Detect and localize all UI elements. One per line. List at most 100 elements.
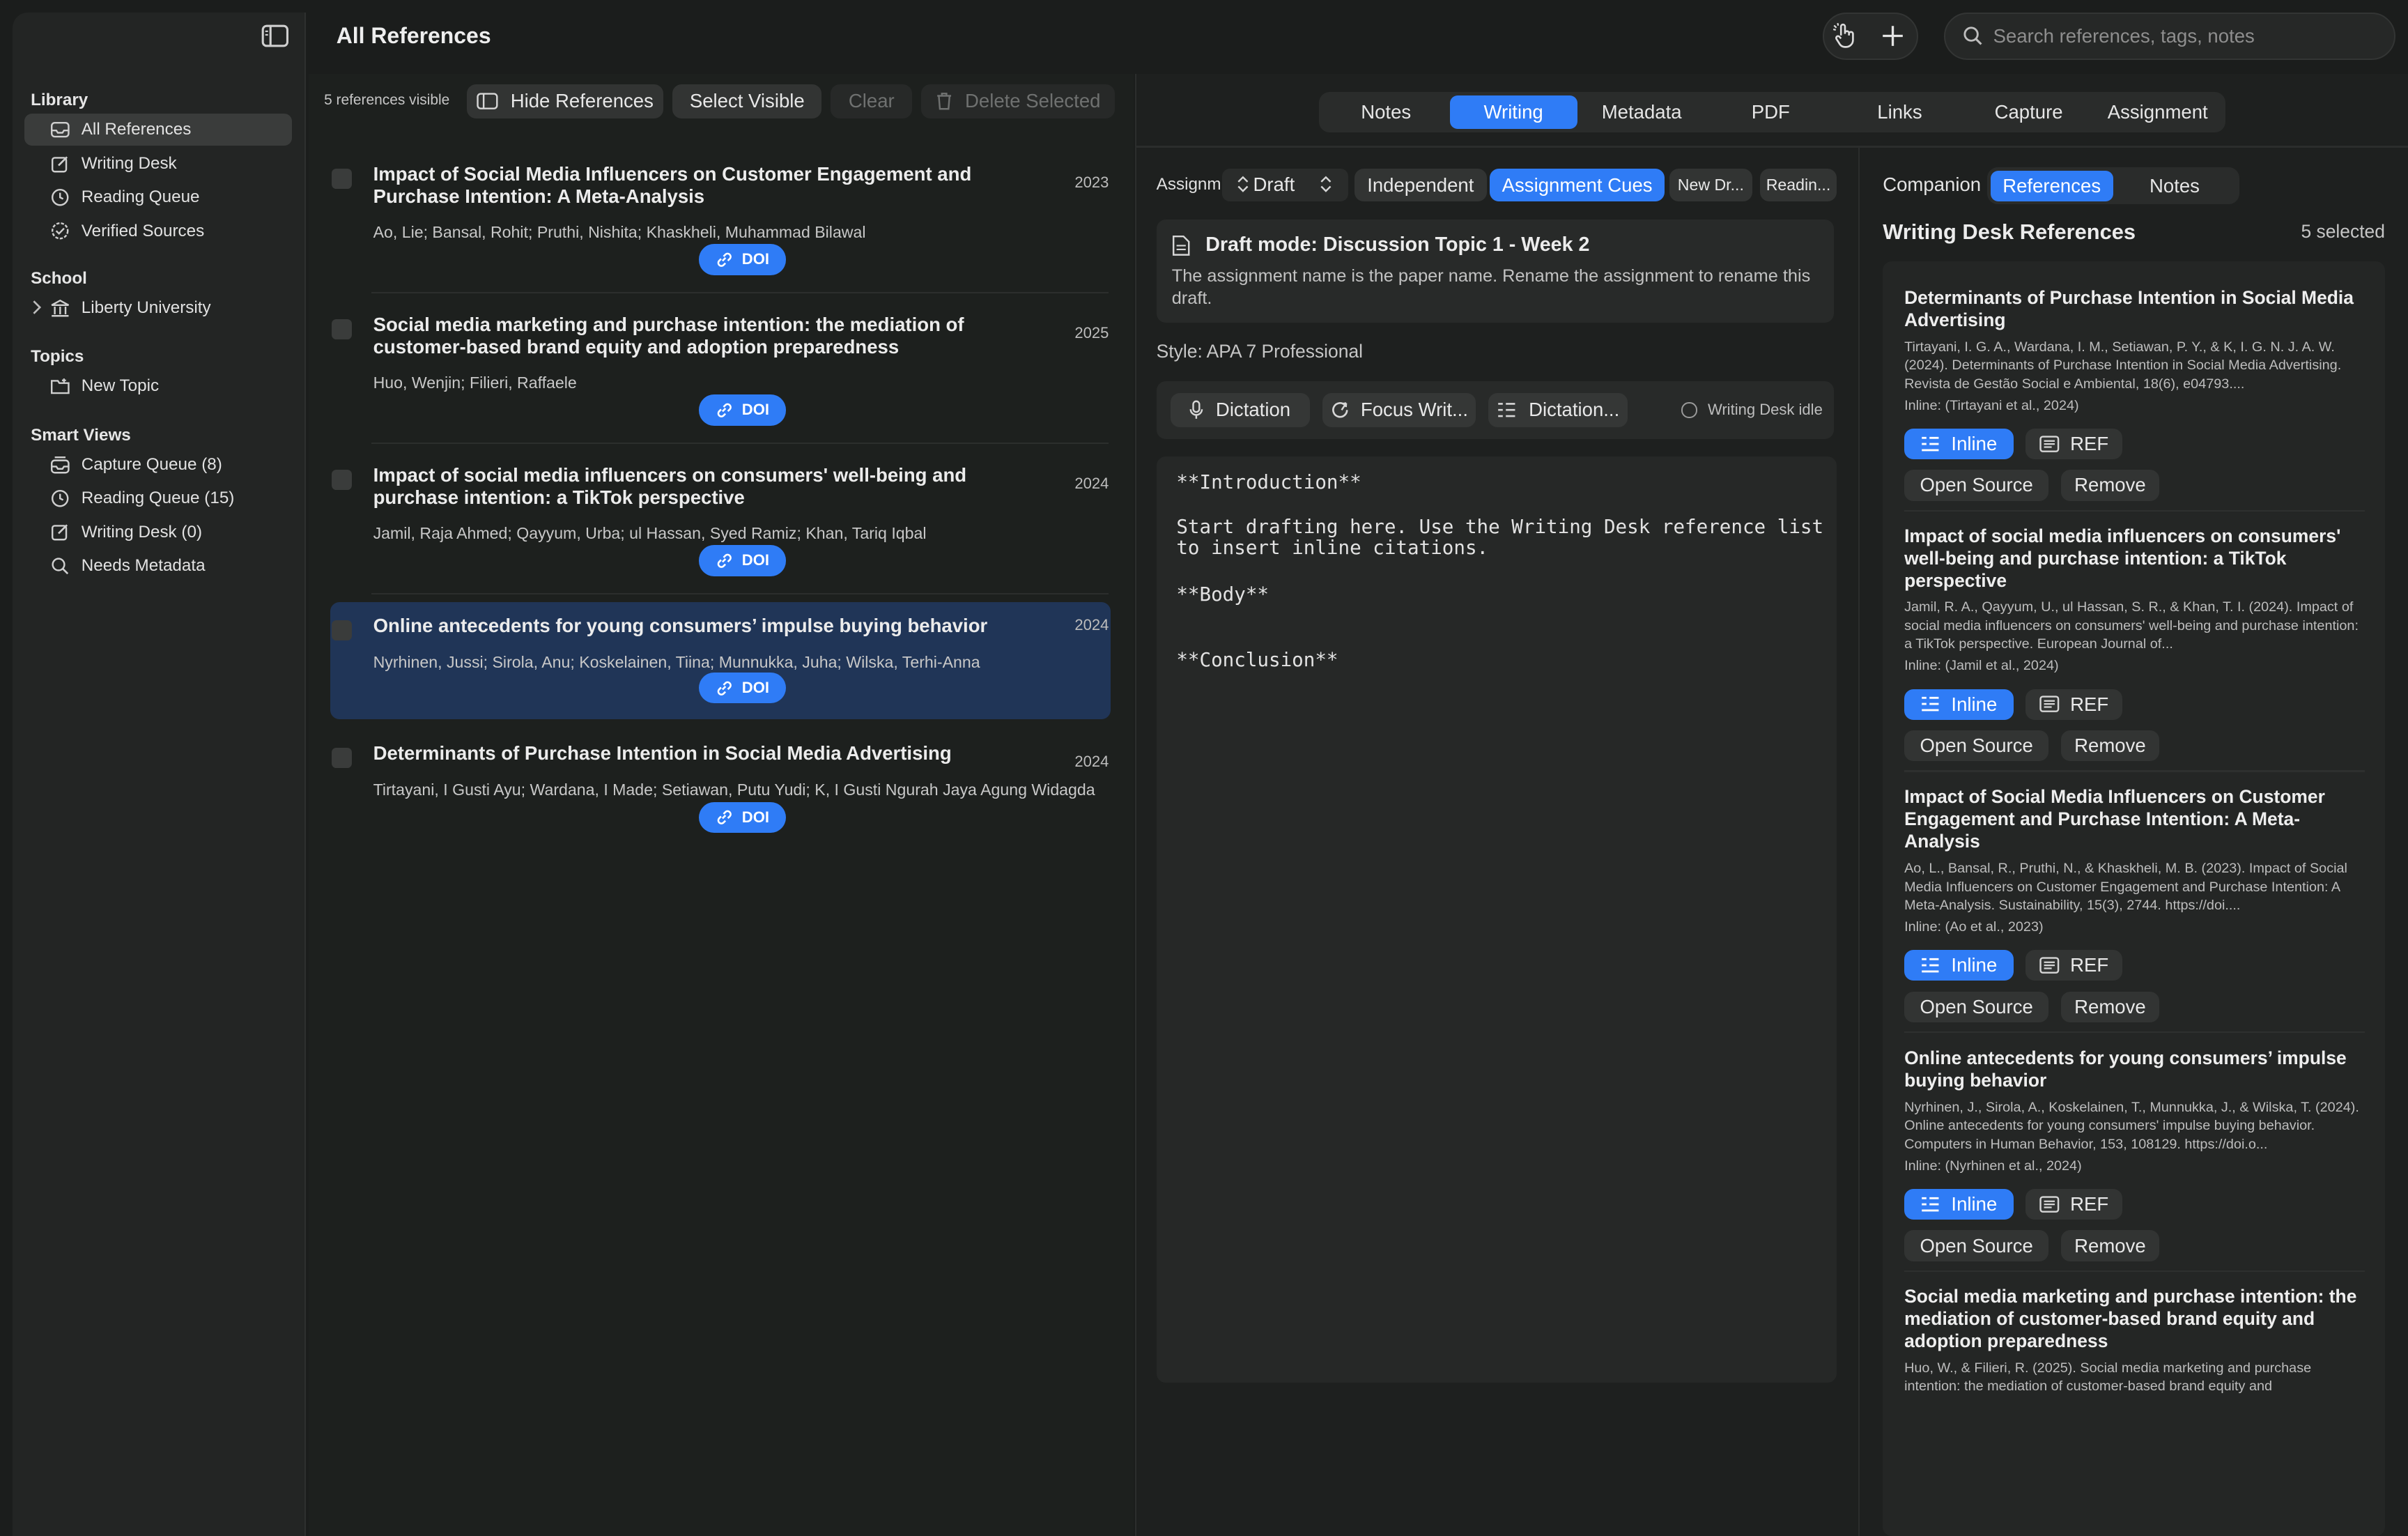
insert-ref-label: REF [2070,954,2109,976]
search-input[interactable]: Search references, tags, notes [1993,25,2255,47]
pencil-square-icon [49,155,71,173]
companion-divider-line [1904,509,2365,512]
new-draft-button[interactable]: New Dr... [1669,169,1752,201]
sidebar-item-liberty-university[interactable]: Liberty University [24,292,292,324]
insert-inline-label: Inline [1951,1193,1998,1215]
open-source-button[interactable]: Open Source [1904,991,2049,1022]
insert-ref-label: REF [2070,1193,2109,1215]
editor-heading-body: **Body** [1176,583,1269,606]
reference-checkbox[interactable] [332,470,352,491]
remove-button[interactable]: Remove [2060,1230,2159,1261]
remove-button[interactable]: Remove [2060,470,2159,501]
microphone-icon [1189,400,1203,420]
reference-card[interactable]: Social media marketing and purchase inte… [330,302,1111,426]
reference-title: Impact of social media influencers on co… [373,463,967,508]
companion-reference-item: Impact of social media influencers on co… [1904,525,2365,675]
sidebar-item-new-topic[interactable]: New Topic [24,370,292,402]
open-source-button[interactable]: Open Source [1904,1230,2049,1261]
companion-divider-line [1904,1031,2365,1034]
reference-checkbox[interactable] [332,319,352,340]
sidebar-item-writing-desk[interactable]: Writing Desk [24,148,292,180]
chevron-right-icon[interactable] [31,300,43,315]
sidebar-item-all-references[interactable]: All References [24,114,292,146]
select-visible-button[interactable]: Select Visible [672,84,822,118]
mode-assignment-cues-button[interactable]: Assignment Cues [1489,169,1665,201]
delete-selected-label: Delete Selected [964,90,1101,112]
insert-inline-button[interactable]: Inline [1904,1188,2014,1220]
visible-count: 5 references visible [324,92,450,109]
reference-card[interactable]: Online antecedents for young consumers’ … [330,602,1111,719]
draft-description: The assignment name is the paper name. R… [1171,266,1811,309]
remove-button[interactable]: Remove [2060,991,2159,1022]
tab-writing[interactable]: Writing [1449,95,1577,130]
insert-inline-button[interactable]: Inline [1904,428,2014,460]
delete-selected-button[interactable]: Delete Selected [921,84,1116,118]
tab-capture[interactable]: Capture [1964,95,2093,129]
sidebar-item-reading-queue-smart[interactable]: Reading Queue (15) [24,482,292,514]
open-source-button[interactable]: Open Source [1904,730,2049,762]
tab-companion-references[interactable]: References [1990,170,2113,201]
dictation-list-button[interactable]: Dictation... [1488,393,1628,427]
text-insert-icon [1920,1196,1940,1213]
insert-ref-button[interactable]: REF [2025,689,2123,720]
doi-button[interactable]: DOI [698,673,787,704]
dictation-button[interactable]: Dictation [1170,393,1311,427]
insert-ref-button[interactable]: REF [2025,950,2123,981]
reference-card[interactable]: Determinants of Purchase Intention in So… [330,731,1111,838]
doi-button[interactable]: DOI [698,801,787,833]
companion-reference-title: Impact of social media influencers on co… [1904,525,2341,591]
insert-inline-button[interactable]: Inline [1904,689,2014,720]
list-card-icon [2039,1196,2060,1213]
insert-inline-button[interactable]: Inline [1904,950,2014,981]
sidebar-item-verified-sources[interactable]: Verified Sources [24,215,292,247]
trash-icon [936,92,952,110]
insert-inline-label: Inline [1951,693,1998,715]
clear-button[interactable]: Clear [831,84,913,118]
sidebar-toggle-icon[interactable] [261,24,289,47]
reference-title: Online antecedents for young consumers’ … [373,614,988,636]
sidebar-item-label: All References [81,120,192,139]
companion-heading: Writing Desk References [1883,220,2136,245]
focus-writing-button[interactable]: Focus Writ... [1322,393,1476,427]
doi-button[interactable]: DOI [698,545,787,576]
reference-checkbox[interactable] [332,748,352,769]
reference-card[interactable]: Impact of Social Media Influencers on Cu… [330,152,1111,275]
remove-button[interactable]: Remove [2060,730,2159,762]
hand-pointer-icon[interactable] [1832,22,1860,49]
companion-tabs: References Notes [1987,167,2239,205]
plus-icon[interactable] [1881,24,1904,47]
sidebar-item-label: Writing Desk [81,153,177,173]
card-divider [371,592,1109,594]
link-icon [716,251,732,268]
citation-style: Style: APA 7 Professional [1156,341,1364,362]
open-source-button[interactable]: Open Source [1904,470,2049,501]
dictation-list-label: Dictation... [1529,399,1620,421]
tab-links[interactable]: Links [1835,95,1964,129]
reference-checkbox[interactable] [332,169,352,190]
tab-assignment[interactable]: Assignment [2093,95,2222,129]
mode-independent-button[interactable]: Independent [1354,169,1487,201]
reference-checkbox[interactable] [332,620,352,641]
sidebar-item-reading-queue[interactable]: Reading Queue [24,181,292,213]
tab-metadata[interactable]: Metadata [1577,95,1706,129]
insert-ref-button[interactable]: REF [2025,1188,2123,1220]
insert-ref-button[interactable]: REF [2025,428,2123,460]
reading-button[interactable]: Readin... [1759,169,1837,201]
text-insert-icon [1920,696,1940,712]
tab-pdf[interactable]: PDF [1706,95,1835,129]
search-field[interactable]: Search references, tags, notes [1944,12,2396,60]
sidebar-item-writing-desk-smart[interactable]: Writing Desk (0) [24,516,292,548]
tab-notes[interactable]: Notes [1322,95,1450,129]
companion-reference-citation: Tirtayani, I. G. A., Wardana, I. M., Set… [1904,339,2342,392]
sidebar-item-capture-queue[interactable]: Capture Queue (8) [24,449,292,481]
reference-card[interactable]: Impact of social media influencers on co… [330,453,1111,576]
up-down-chevron-icon[interactable] [1319,175,1333,193]
doi-button[interactable]: DOI [698,394,787,426]
hide-references-button[interactable]: Hide References [467,84,664,118]
tab-companion-notes[interactable]: Notes [2113,171,2236,201]
clock-icon [49,489,71,507]
sidebar-item-needs-metadata[interactable]: Needs Metadata [24,550,292,582]
dictation-label: Dictation [1215,399,1291,421]
companion-reference-item: Social media marketing and purchase inte… [1904,1286,2365,1414]
doi-button[interactable]: DOI [698,244,787,275]
